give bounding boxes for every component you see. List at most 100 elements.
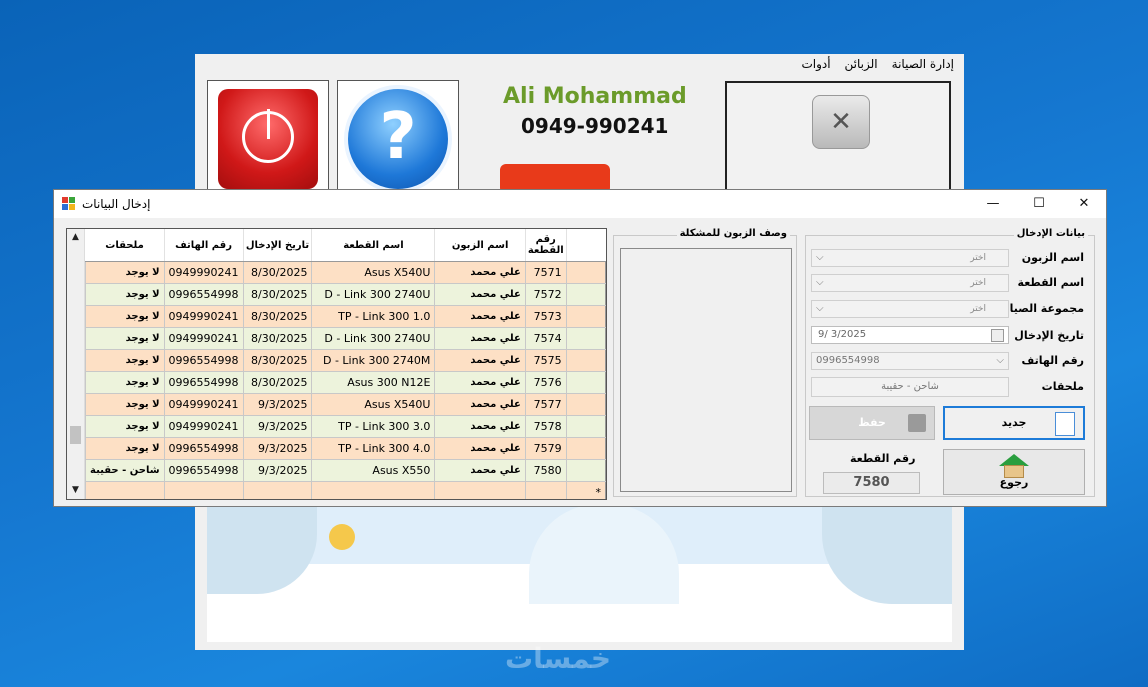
watermark-logo: خمسات xyxy=(505,642,612,675)
problem-description-input[interactable] xyxy=(620,248,792,492)
cell-part-number: 7577 xyxy=(524,393,567,416)
scroll-thumb[interactable] xyxy=(70,426,81,444)
table-row[interactable]: لا يوجد 0996554998 9/3/2025 TP - Link 300 4… xyxy=(85,437,606,460)
new-button[interactable]: جديد xyxy=(943,406,1085,440)
cell-accessories: لا يوجد xyxy=(85,393,165,416)
row-header[interactable] xyxy=(565,349,606,372)
scroll-down-icon[interactable]: ▼ xyxy=(67,482,84,499)
customer-combo[interactable]: اختر ⌵ xyxy=(811,249,1009,267)
dialog-titlebar[interactable]: إدخال البيانات — ☐ ✕ xyxy=(54,190,1106,218)
col-entry-date[interactable]: تاريخ الإدخال xyxy=(243,229,313,262)
phone-label: رقم الهاتف xyxy=(1021,354,1084,367)
new-row-cell[interactable] xyxy=(163,481,244,499)
new-row-cell[interactable] xyxy=(434,481,526,499)
owner-name: Ali Mohammad xyxy=(503,84,687,109)
records-grid[interactable]: ▲ ▼ ملحقات رقم الهاتف تاريخ الإدخال اسم … xyxy=(66,228,607,500)
row-header[interactable] xyxy=(565,327,606,350)
new-row-cell[interactable] xyxy=(311,481,436,499)
maintenance-group-combo[interactable]: اختر ⌵ xyxy=(811,300,1009,318)
row-header[interactable] xyxy=(565,261,606,284)
data-entry-dialog: إدخال البيانات — ☐ ✕ ▲ ▼ ملحقات رقم الها… xyxy=(53,189,1107,507)
table-row[interactable]: شاحن - حقيبة 0996554998 9/3/2025 Asus X550 ع… xyxy=(85,459,606,482)
new-row-cell[interactable] xyxy=(524,481,567,499)
table-row[interactable]: لا يوجد 0949990241 8/30/2025 Asus X540U علي … xyxy=(85,261,606,284)
cell-part-number: 7571 xyxy=(524,261,567,284)
save-button[interactable]: حفظ xyxy=(809,406,935,440)
maintenance-tile-button[interactable]: ✕ xyxy=(725,81,951,193)
floppy-disk-icon xyxy=(908,414,926,432)
input-data-legend: بيانات الإدخال xyxy=(1013,228,1088,239)
cell-part-number: 7574 xyxy=(524,327,567,350)
close-button[interactable]: ✕ xyxy=(1061,190,1107,218)
new-row-cell[interactable] xyxy=(242,481,313,499)
col-part-number[interactable]: رقم القطعة xyxy=(525,229,567,262)
minimize-button[interactable]: — xyxy=(970,190,1016,218)
table-row[interactable]: لا يوجد 0949990241 8/30/2025 D - Link 300 2… xyxy=(85,327,606,350)
table-row[interactable]: لا يوجد 0949990241 9/3/2025 TP - Link 300 3… xyxy=(85,415,606,438)
row-header[interactable] xyxy=(565,283,606,306)
records-table: ملحقات رقم الهاتف تاريخ الإدخال اسم القط… xyxy=(85,229,606,499)
drive-tools-icon: ✕ xyxy=(812,95,870,149)
cell-part-number: 7573 xyxy=(524,305,567,328)
new-row[interactable]: * xyxy=(85,481,606,499)
calendar-icon[interactable] xyxy=(991,329,1004,342)
accessories-input[interactable]: شاحن - حقيبة xyxy=(811,377,1009,397)
cell-entry-date: 9/3/2025 xyxy=(242,415,313,438)
home-icon xyxy=(999,454,1029,478)
new-button-label: جديد xyxy=(1001,416,1027,429)
col-part-name[interactable]: اسم القطعة xyxy=(311,229,436,262)
input-data-group: بيانات الإدخال اسم الزبون اختر ⌵ اسم الق… xyxy=(805,228,1095,497)
menu-customers[interactable]: الزبائن xyxy=(845,57,878,75)
row-header[interactable] xyxy=(565,437,606,460)
cell-entry-date: 8/30/2025 xyxy=(242,283,313,306)
customer-combo-value: اختر xyxy=(970,253,986,263)
entry-date-label: تاريخ الإدخال xyxy=(1014,329,1084,342)
cell-customer: علي محمد xyxy=(434,415,526,438)
problem-description-group: وصف الزبون للمشكلة xyxy=(613,228,797,497)
row-header[interactable] xyxy=(565,415,606,438)
cell-part-name: TP - Link 300 1.0 xyxy=(311,305,436,328)
entry-date-picker[interactable]: 9/ 3/2025 xyxy=(811,326,1009,344)
cell-phone: 0996554998 xyxy=(163,459,244,482)
part-name-combo[interactable]: اختر ⌵ xyxy=(811,274,1009,292)
table-row[interactable]: لا يوجد 0996554998 8/30/2025 D - Link 300 2… xyxy=(85,349,606,372)
col-customer[interactable]: اسم الزبون xyxy=(434,229,526,262)
new-row-cell[interactable] xyxy=(85,481,165,499)
row-header[interactable] xyxy=(565,459,606,482)
row-header[interactable] xyxy=(565,393,606,416)
maintenance-group-combo-value: اختر xyxy=(970,304,986,314)
cell-entry-date: 9/3/2025 xyxy=(242,437,313,460)
table-row[interactable]: لا يوجد 0996554998 8/30/2025 Asus 300 N12E ع… xyxy=(85,371,606,394)
cell-part-number: 7578 xyxy=(524,415,567,438)
row-header[interactable] xyxy=(565,371,606,394)
cell-part-number: 7572 xyxy=(524,283,567,306)
maximize-button[interactable]: ☐ xyxy=(1016,190,1062,218)
menu-tools[interactable]: أدوات xyxy=(801,57,830,75)
col-accessories[interactable]: ملحقات xyxy=(85,229,165,262)
exit-tile-button[interactable] xyxy=(207,80,329,190)
part-number-label: رقم القطعة xyxy=(850,452,916,465)
row-header[interactable] xyxy=(565,305,606,328)
scroll-up-icon[interactable]: ▲ xyxy=(67,229,84,246)
cell-part-name: TP - Link 300 3.0 xyxy=(311,415,436,438)
cell-part-number: 7576 xyxy=(524,371,567,394)
power-icon xyxy=(218,89,318,189)
cell-phone: 0949990241 xyxy=(163,261,244,284)
cell-phone: 0949990241 xyxy=(163,305,244,328)
cell-customer: علي محمد xyxy=(434,393,526,416)
back-button[interactable]: رجوع xyxy=(943,449,1085,495)
part-number-display: 7580 xyxy=(823,472,920,494)
cell-entry-date: 9/3/2025 xyxy=(242,459,313,482)
chevron-down-icon: ⌵ xyxy=(816,252,824,263)
cell-part-number: 7579 xyxy=(524,437,567,460)
cell-part-name: Asus X540U xyxy=(311,261,436,284)
col-phone[interactable]: رقم الهاتف xyxy=(164,229,244,262)
phone-combo[interactable]: 0996554998 ⌵ xyxy=(811,352,1009,370)
table-row[interactable]: لا يوجد 0949990241 8/30/2025 TP - Link 300 … xyxy=(85,305,606,328)
cell-customer: علي محمد xyxy=(434,349,526,372)
table-row[interactable]: لا يوجد 0949990241 9/3/2025 Asus X540U علي م… xyxy=(85,393,606,416)
menu-maintenance[interactable]: إدارة الصيانة xyxy=(892,57,954,75)
table-row[interactable]: لا يوجد 0996554998 8/30/2025 D - Link 300 2… xyxy=(85,283,606,306)
grid-scrollbar[interactable]: ▲ ▼ xyxy=(67,229,85,499)
help-tile-button[interactable]: ? xyxy=(337,80,459,193)
